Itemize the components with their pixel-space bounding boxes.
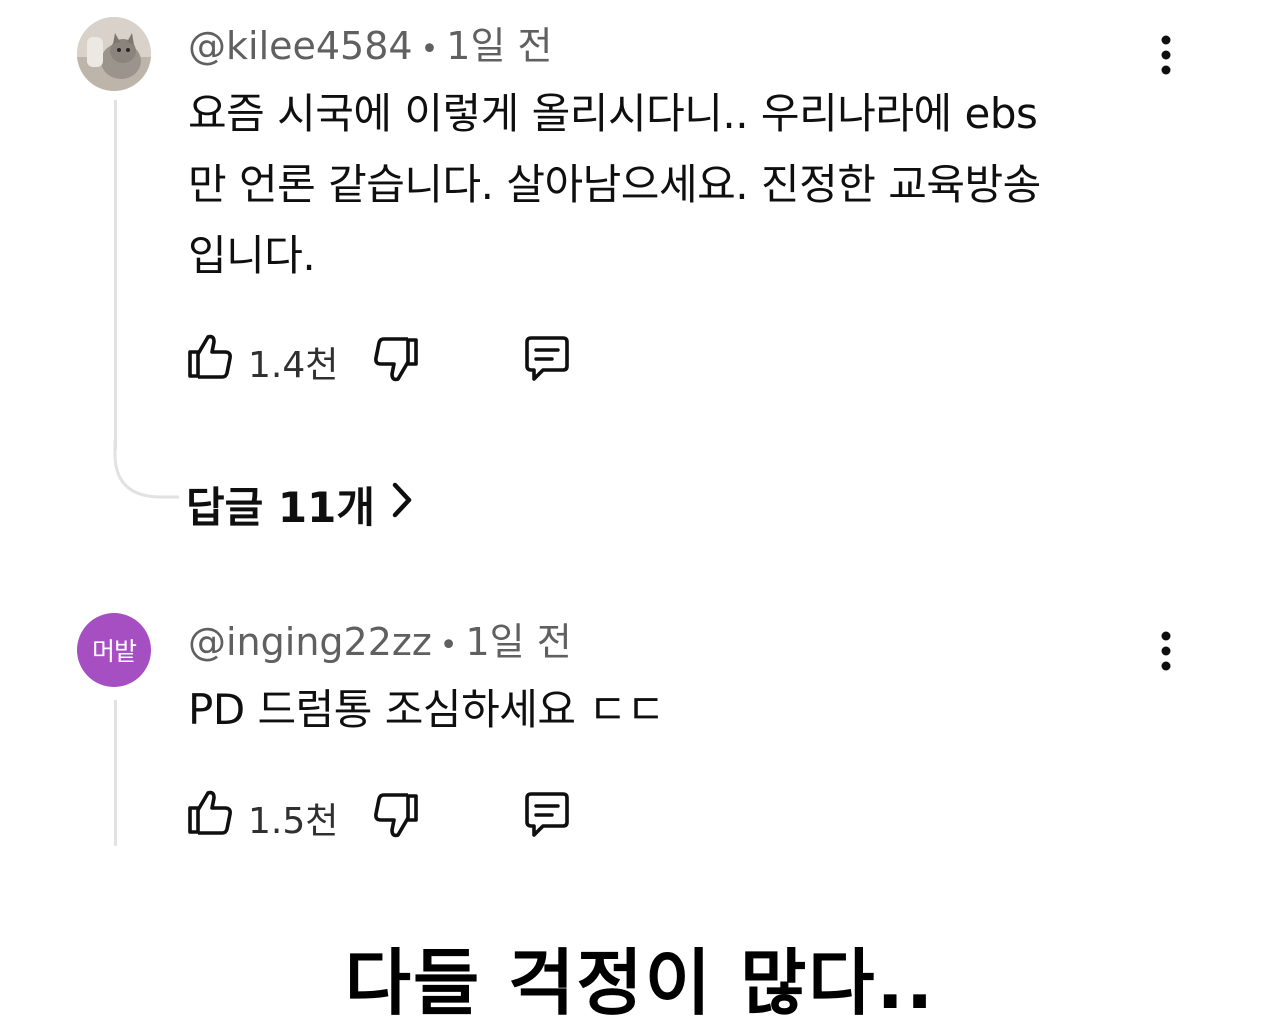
comment-line: 요즘 시국에 이렇게 올리시다니.. 우리나라에 ebs (188, 89, 1038, 138)
avatar[interactable]: 머밭 (77, 613, 151, 687)
comment-time[interactable]: 1일 전 (446, 24, 552, 68)
reply-button[interactable] (520, 788, 574, 846)
comment-header: @kilee4584 • 1일 전 (188, 24, 552, 72)
thumbs-down-icon (374, 337, 418, 382)
thread-line (114, 700, 117, 846)
comment-header: @inging22zz • 1일 전 (188, 620, 572, 668)
thread-line (114, 100, 117, 450)
dislike-button[interactable] (370, 790, 422, 846)
comment-line: PD 드럼통 조심하세요 ㄷㄷ (188, 685, 665, 734)
comment-actions: 1.5천 (184, 786, 604, 842)
comment-icon (525, 336, 569, 381)
more-options-button[interactable] (1150, 30, 1182, 80)
avatar[interactable] (77, 17, 151, 91)
comment-actions: 1.4천 (184, 330, 604, 386)
reply-button[interactable] (520, 332, 574, 390)
thumbs-up-icon (188, 790, 232, 835)
comment-line: 입니다. (188, 231, 316, 280)
comment-text: 요즘 시국에 이렇게 올리시다니.. 우리나라에 ebs 만 언론 같습니다. … (188, 78, 1148, 291)
comment-author[interactable]: @inging22zz (188, 620, 432, 664)
like-button[interactable] (184, 330, 236, 386)
thread-curve (113, 440, 179, 499)
replies-count-label: 답글 11개 (186, 483, 375, 532)
like-count: 1.5천 (248, 801, 339, 842)
more-options-button[interactable] (1150, 626, 1182, 676)
separator-dot: • (420, 32, 439, 67)
comment-line: 만 언론 같습니다. 살아남으세요. 진정한 교육방송 (188, 160, 1041, 209)
comments-screenshot: @kilee4584 • 1일 전 요즘 시국에 이렇게 올리시다니.. 우리나라에… (0, 0, 1280, 1031)
chevron-right-icon (391, 480, 413, 529)
view-replies-button[interactable]: 답글 11개 (186, 474, 413, 535)
comment-time[interactable]: 1일 전 (465, 620, 571, 664)
avatar-initials: 머밭 (91, 637, 137, 666)
comment-icon (525, 792, 569, 837)
like-count: 1.4천 (248, 345, 339, 386)
thumbs-up-icon (188, 334, 232, 379)
kebab-menu-icon (1161, 631, 1171, 671)
cat-photo-avatar-icon (77, 17, 151, 91)
comment-text: PD 드럼통 조심하세요 ㄷㄷ (188, 674, 1148, 745)
thumbs-down-icon (374, 793, 418, 838)
kebab-menu-icon (1161, 35, 1171, 75)
like-button[interactable] (184, 786, 236, 842)
meme-caption: 다들 걱정이 많다.. (344, 941, 936, 1025)
separator-dot: • (439, 628, 458, 663)
dislike-button[interactable] (370, 334, 422, 390)
comment-author[interactable]: @kilee4584 (188, 24, 413, 68)
